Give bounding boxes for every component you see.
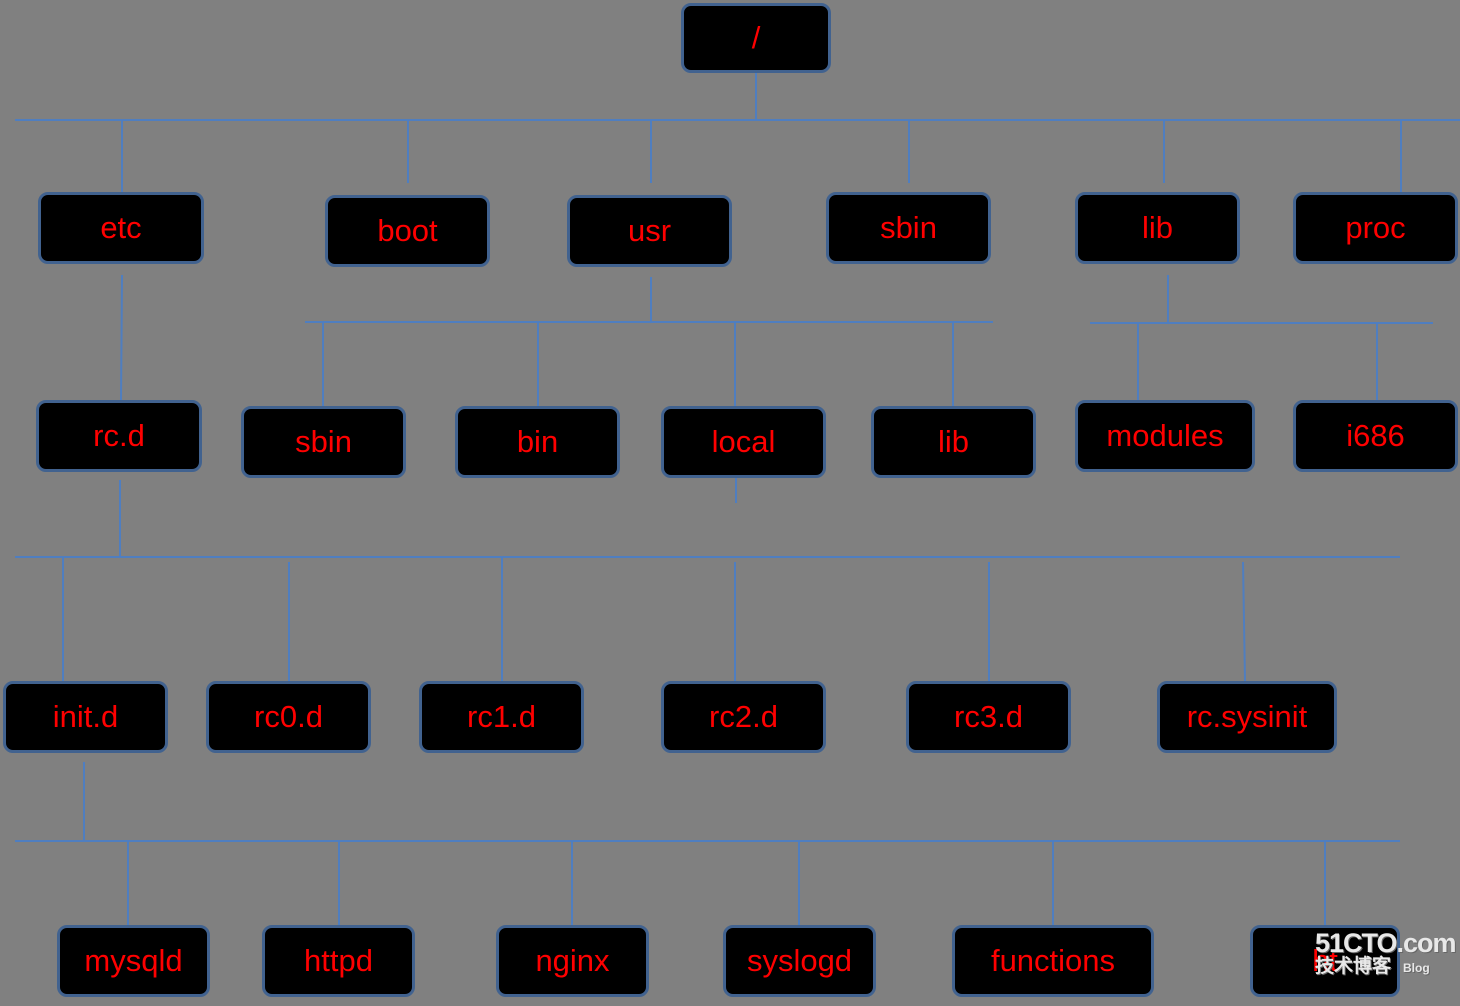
directory-node-usr: usr: [567, 195, 732, 267]
directory-node-rc0d: rc0.d: [206, 681, 371, 753]
directory-node-usr-sbin: sbin: [241, 406, 406, 478]
directory-node-boot: boot: [325, 195, 490, 267]
watermark-text: 51CTO.com: [1315, 928, 1457, 958]
directory-node-modules: modules: [1075, 400, 1255, 472]
directory-node-initd: init.d: [3, 681, 168, 753]
directory-node-proc: proc: [1293, 192, 1458, 264]
directory-node-nginx: nginx: [496, 925, 649, 997]
directory-node-sbin: sbin: [826, 192, 991, 264]
watermark-subtext: 技术博客: [1315, 956, 1392, 977]
directory-node-etc: etc: [38, 192, 204, 264]
directory-node-root: /: [681, 3, 831, 73]
connector-line: [1242, 561, 1246, 682]
directory-node-functions: functions: [952, 925, 1154, 997]
directory-node-usr-lib: lib: [871, 406, 1036, 478]
directory-node-rc3d: rc3.d: [906, 681, 1071, 753]
watermark-logo: 51CTO.com 技术博客 Blog: [1315, 928, 1457, 977]
connector-lines: [15, 73, 1460, 925]
directory-node-usr-bin: bin: [455, 406, 620, 478]
directory-node-rc1d: rc1.d: [419, 681, 584, 753]
directory-node-rcd: rc.d: [36, 400, 202, 472]
directory-node-lib: lib: [1075, 192, 1240, 264]
directory-node-httpd: httpd: [262, 925, 415, 997]
directory-node-rcsysinit: rc.sysinit: [1157, 681, 1337, 753]
directory-node-mysqld: mysqld: [57, 925, 210, 997]
directory-node-syslogd: syslogd: [723, 925, 876, 997]
watermark-blog: Blog: [1403, 961, 1430, 975]
directory-node-usr-local: local: [661, 406, 826, 478]
directory-node-i686: i686: [1293, 400, 1458, 472]
connector-line: [120, 274, 123, 401]
directory-node-rc2d: rc2.d: [661, 681, 826, 753]
